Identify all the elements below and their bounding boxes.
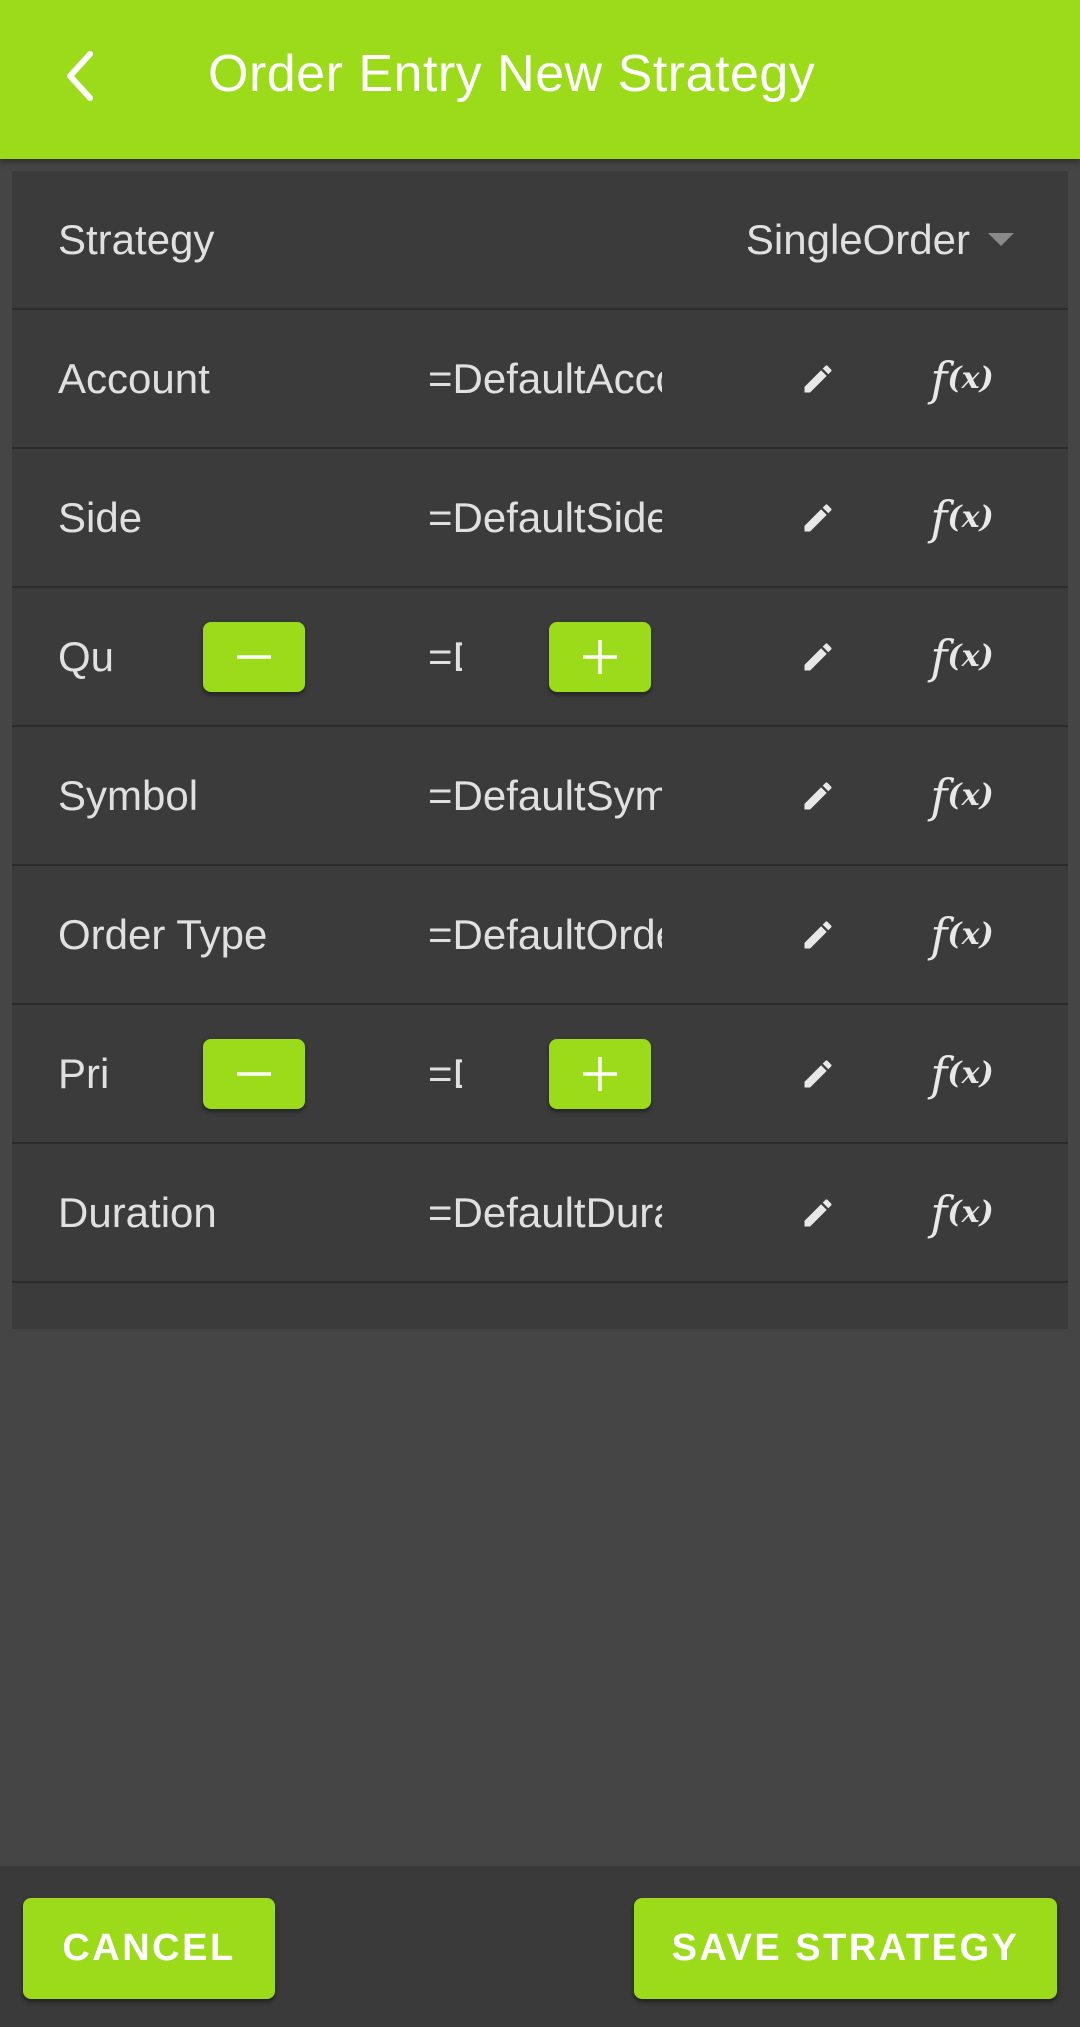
pencil-icon[interactable]: [793, 354, 843, 404]
price-value-field[interactable]: =D: [428, 1050, 462, 1098]
quantity-value-field[interactable]: =D: [428, 633, 462, 681]
plus-icon: [583, 639, 617, 674]
bottom-action-bar: CANCEL SAVE STRATEGY: [0, 1866, 1080, 2027]
formula-icon[interactable]: f (x): [917, 905, 1007, 965]
order-type-value-field[interactable]: =DefaultOrderType: [428, 911, 662, 959]
formula-icon[interactable]: f (x): [917, 1183, 1007, 1243]
side-value-field[interactable]: =DefaultSide: [428, 494, 662, 542]
strategy-dropdown[interactable]: SingleOrder: [746, 216, 1014, 264]
pencil-icon[interactable]: [793, 493, 843, 543]
page-title: Order Entry New Strategy: [208, 45, 816, 103]
pencil-icon[interactable]: [793, 1188, 843, 1238]
field-label: Order Type: [58, 910, 268, 958]
formula-icon[interactable]: f (x): [917, 766, 1007, 826]
field-row-quantity: Qu =D f(x): [12, 588, 1068, 727]
strategy-label: Strategy: [58, 215, 215, 263]
price-decrement-button[interactable]: [203, 1038, 305, 1109]
minus-icon: [237, 1071, 271, 1076]
quantity-increment-button[interactable]: [549, 621, 651, 692]
pencil-icon[interactable]: [793, 1049, 843, 1099]
field-label: Duration: [58, 1188, 217, 1236]
field-row-account: Account =DefaultAccount f(x): [12, 310, 1068, 449]
field-row-symbol: Symbol =DefaultSymbol f(x): [12, 727, 1068, 866]
formula-icon[interactable]: f (x): [917, 349, 1007, 409]
minus-icon: [237, 654, 271, 659]
cancel-button[interactable]: CANCEL: [23, 1898, 275, 1999]
price-increment-button[interactable]: [549, 1038, 651, 1109]
field-label: Symbol: [58, 771, 199, 819]
field-label: Side: [58, 493, 143, 541]
formula-icon[interactable]: f (x): [917, 488, 1007, 548]
strategy-row: Strategy SingleOrder: [12, 171, 1068, 310]
pencil-icon[interactable]: [793, 632, 843, 682]
formula-icon[interactable]: f (x): [917, 627, 1007, 687]
strategy-form: Strategy SingleOrder Account =DefaultAcc…: [12, 171, 1068, 1329]
pencil-icon[interactable]: [793, 910, 843, 960]
field-row-duration: Duration =DefaultDuration f(x): [12, 1144, 1068, 1283]
app-bar: Order Entry New Strategy: [0, 0, 1080, 159]
field-label: Account: [58, 354, 210, 402]
quantity-decrement-button[interactable]: [203, 621, 305, 692]
duration-value-field[interactable]: =DefaultDuration: [428, 1189, 662, 1237]
field-label: Qu: [58, 632, 115, 680]
field-row-price: Pri =D f(x): [12, 1005, 1068, 1144]
field-label: Pri: [58, 1049, 110, 1097]
plus-icon: [583, 1056, 617, 1091]
back-button[interactable]: [40, 36, 120, 116]
formula-icon[interactable]: f (x): [917, 1044, 1007, 1104]
account-value-field[interactable]: =DefaultAccount: [428, 355, 662, 403]
pencil-icon[interactable]: [793, 771, 843, 821]
symbol-value-field[interactable]: =DefaultSymbol: [428, 772, 662, 820]
field-row-order-type: Order Type =DefaultOrderType f(x): [12, 866, 1068, 1005]
dropdown-caret-icon: [988, 233, 1014, 246]
strategy-selected-value: SingleOrder: [745, 215, 970, 263]
save-strategy-button[interactable]: SAVE STRATEGY: [634, 1898, 1057, 1999]
field-row-side: Side =DefaultSide f (x): [12, 449, 1068, 588]
chevron-left-icon: [67, 51, 93, 101]
